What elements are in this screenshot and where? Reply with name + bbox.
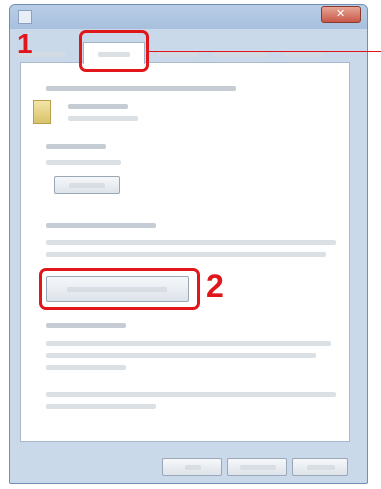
share-button-label — [69, 183, 105, 188]
callout-number-1: 1 — [17, 28, 33, 59]
callout-leader-line — [149, 51, 381, 52]
tab-sharing[interactable] — [83, 42, 145, 64]
password-protection-text-line-2 — [46, 353, 316, 358]
window-icon — [18, 10, 32, 24]
folder-sharing-status — [68, 116, 138, 121]
advanced-sharing-description-line-1 — [46, 240, 336, 245]
share-button[interactable] — [54, 176, 120, 194]
folder-icon — [33, 100, 51, 124]
section-heading-password-protection — [46, 323, 126, 328]
password-protection-text-line-3 — [46, 365, 126, 370]
callout-highlight-advanced-sharing — [39, 268, 200, 310]
network-path-value — [46, 160, 121, 165]
section-heading-advanced-sharing — [46, 223, 156, 228]
callout-number-2: 2 — [206, 268, 224, 304]
network-sharing-center-link-line-2[interactable] — [46, 404, 156, 409]
tab-previous-versions[interactable] — [213, 52, 268, 57]
ok-button[interactable] — [162, 458, 222, 476]
tab-security[interactable] — [158, 52, 198, 57]
section-heading-network-sharing — [46, 86, 236, 91]
network-sharing-center-link-line-1[interactable] — [46, 392, 336, 397]
network-path-label — [46, 144, 106, 149]
cancel-button[interactable] — [227, 458, 287, 476]
password-protection-text-line-1 — [46, 341, 331, 346]
apply-button-label — [307, 465, 335, 470]
ok-button-label — [185, 465, 201, 470]
tab-strip — [8, 42, 348, 64]
apply-button[interactable] — [292, 458, 348, 476]
title-bar[interactable] — [10, 5, 367, 29]
close-button[interactable] — [321, 6, 361, 23]
tab-customize[interactable] — [283, 52, 323, 57]
advanced-sharing-description-line-2 — [46, 252, 326, 257]
tab-sharing-label — [98, 52, 130, 57]
cancel-button-label — [240, 465, 276, 470]
folder-name — [68, 104, 128, 109]
